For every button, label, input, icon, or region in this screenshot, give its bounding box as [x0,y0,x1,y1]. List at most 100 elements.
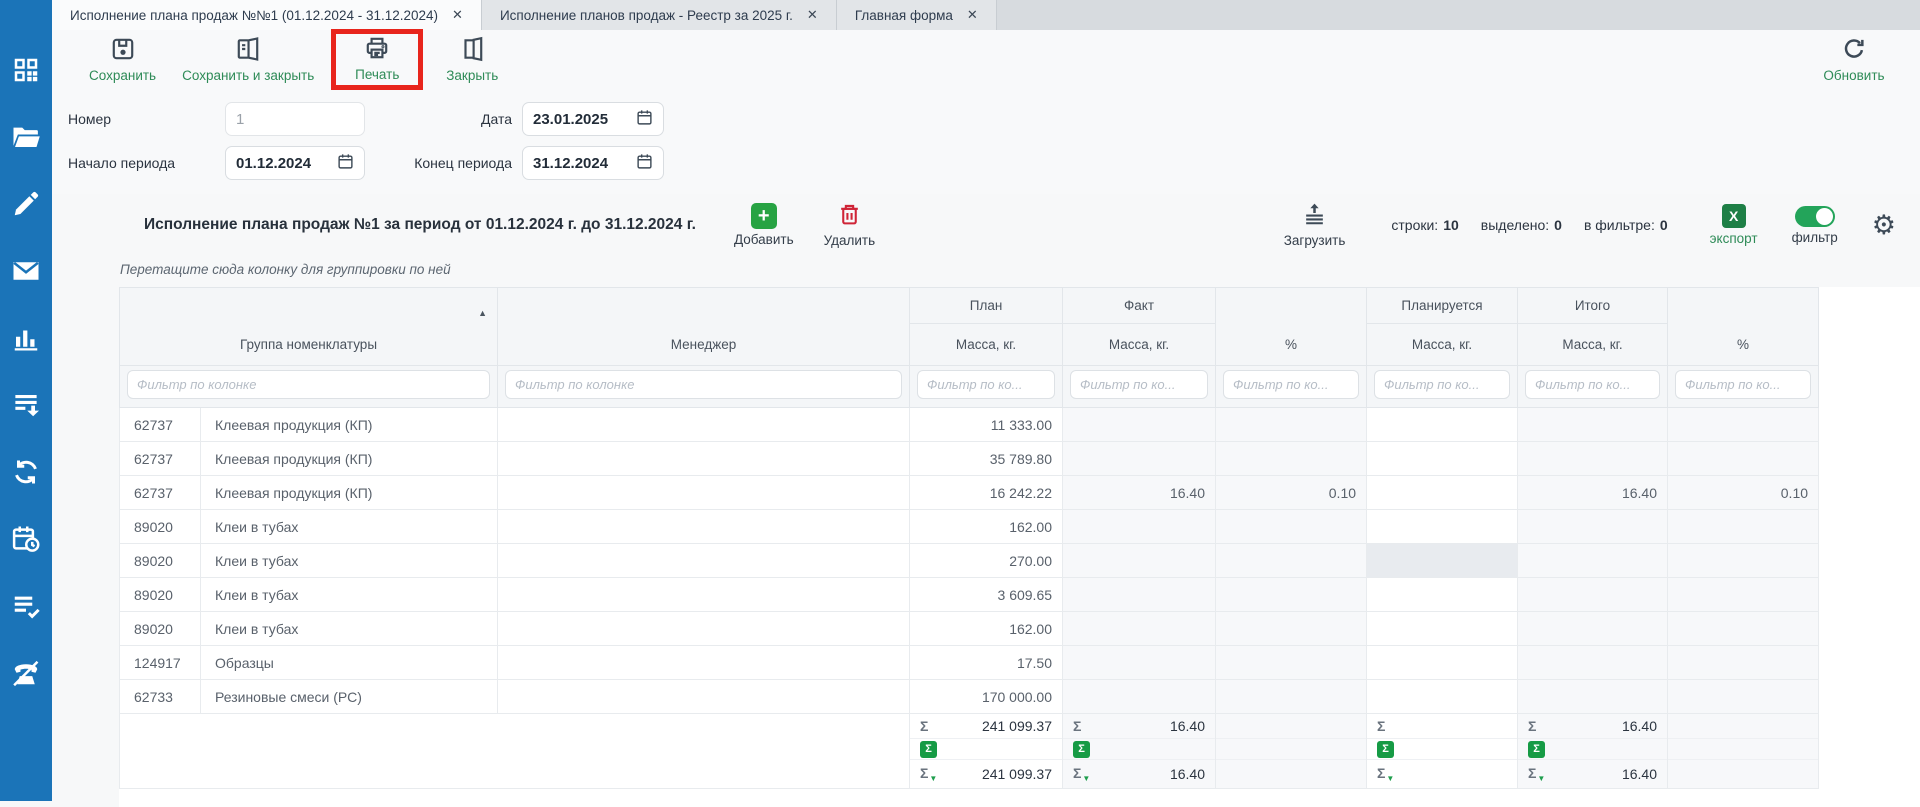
qr-code-icon[interactable] [0,36,52,103]
cell-pct[interactable] [1216,510,1367,544]
cell-code[interactable]: 62737 [120,442,201,476]
cell-planned[interactable] [1367,544,1518,578]
filter-input-fact[interactable] [1070,370,1208,399]
cell-group[interactable]: Клеи в тубах [201,544,498,578]
cell-pct[interactable] [1216,544,1367,578]
cell-total_pct[interactable] [1668,510,1819,544]
folder-open-icon[interactable] [0,103,52,170]
cell-group[interactable]: Клеи в тубах [201,612,498,646]
cell-total[interactable] [1518,612,1668,646]
calendar-icon[interactable] [636,153,653,174]
phone-slash-icon[interactable] [0,639,52,706]
tab-registry-2025[interactable]: Исполнение планов продаж - Реестр за 202… [482,0,837,30]
cell-fact[interactable]: 16.40 [1063,476,1216,510]
tab-main-form[interactable]: Главная форма ✕ [837,0,997,30]
cell-manager[interactable] [498,680,910,714]
cell-group[interactable]: Клеевая продукция (КП) [201,442,498,476]
close-icon[interactable]: ✕ [967,7,978,23]
export-excel-button[interactable]: X экспорт [1710,204,1758,246]
cell-fact[interactable] [1063,578,1216,612]
cell-manager[interactable] [498,612,910,646]
list-check-icon[interactable] [0,572,52,639]
cell-pct[interactable]: 0.10 [1216,476,1367,510]
calendar-clock-icon[interactable] [0,505,52,572]
cell-total_pct[interactable] [1668,578,1819,612]
cell-total[interactable] [1518,680,1668,714]
upload-button[interactable]: Загрузить [1284,202,1346,248]
close-button[interactable]: Закрыть [440,36,504,83]
cell-manager[interactable] [498,578,910,612]
cell-code[interactable]: 62737 [120,476,201,510]
sum-badge-icon[interactable]: Σ [1528,741,1545,758]
cell-plan[interactable]: 11 333.00 [910,408,1063,442]
cell-plan[interactable]: 17.50 [910,646,1063,680]
toggle-on-icon[interactable] [1795,206,1835,227]
filter-input-pct[interactable] [1223,370,1359,399]
cell-fact[interactable] [1063,612,1216,646]
cell-fact[interactable] [1063,680,1216,714]
column-header-manager[interactable]: Менеджер [498,288,910,366]
filter-input-total[interactable] [1525,370,1660,399]
cell-plan[interactable]: 170 000.00 [910,680,1063,714]
sum-badge-icon[interactable]: Σ [1073,741,1090,758]
cell-plan[interactable]: 3 609.65 [910,578,1063,612]
cell-group[interactable]: Клеевая продукция (КП) [201,408,498,442]
cell-plan[interactable]: 270.00 [910,544,1063,578]
cell-code[interactable]: 89020 [120,612,201,646]
cell-total[interactable] [1518,510,1668,544]
cell-total_pct[interactable] [1668,680,1819,714]
refresh-button[interactable]: Обновить [1822,36,1886,83]
cell-total_pct[interactable] [1668,612,1819,646]
cell-fact[interactable] [1063,442,1216,476]
filter-input-planned[interactable] [1374,370,1510,399]
calendar-icon[interactable] [337,153,354,174]
close-icon[interactable]: ✕ [452,7,463,23]
sum-badge-icon[interactable]: Σ [920,741,937,758]
cell-total_pct[interactable] [1668,646,1819,680]
cell-planned[interactable] [1367,408,1518,442]
filter-toggle[interactable]: фильтр [1792,206,1838,245]
cell-manager[interactable] [498,442,910,476]
column-header-pct[interactable]: % [1216,288,1367,366]
cell-manager[interactable] [498,510,910,544]
column-header-planned[interactable]: Планируется [1367,288,1518,324]
pencil-icon[interactable] [0,170,52,237]
cell-plan[interactable]: 162.00 [910,612,1063,646]
column-header-fact[interactable]: Факт [1063,288,1216,324]
cell-group[interactable]: Клеевая продукция (КП) [201,476,498,510]
cell-total[interactable] [1518,442,1668,476]
number-field[interactable]: 1 [225,102,365,136]
list-download-icon[interactable] [0,371,52,438]
cell-code[interactable]: 62733 [120,680,201,714]
column-header-group[interactable]: ▲ Группа номенклатуры [120,288,498,366]
column-header-total-pct[interactable]: % [1668,288,1819,366]
cell-pct[interactable] [1216,408,1367,442]
subheader-total-mass[interactable]: Масса, кг. [1518,324,1668,366]
cell-fact[interactable] [1063,646,1216,680]
cell-total[interactable] [1518,578,1668,612]
cell-pct[interactable] [1216,646,1367,680]
cell-manager[interactable] [498,544,910,578]
cell-pct[interactable] [1216,578,1367,612]
cell-manager[interactable] [498,476,910,510]
column-header-total[interactable]: Итого [1518,288,1668,324]
cell-pct[interactable] [1216,442,1367,476]
filter-input-plan[interactable] [917,370,1055,399]
gear-icon[interactable]: ⚙ [1872,212,1896,239]
cell-total[interactable] [1518,544,1668,578]
cell-group[interactable]: Резиновые смеси (РС) [201,680,498,714]
calendar-icon[interactable] [636,109,653,130]
delete-row-button[interactable]: Удалить [824,202,876,248]
save-button[interactable]: Сохранить [89,36,156,83]
cell-planned[interactable] [1367,476,1518,510]
tab-plan-execution[interactable]: Исполнение плана продаж №№1 (01.12.2024 … [52,0,482,30]
cell-code[interactable]: 89020 [120,510,201,544]
save-and-close-button[interactable]: Сохранить и закрыть [182,36,314,83]
cell-pct[interactable] [1216,612,1367,646]
date-field[interactable]: 23.01.2025 [522,102,664,136]
sort-asc-icon[interactable]: ▲ [478,308,487,318]
filter-input-manager[interactable] [505,370,902,399]
cell-total[interactable] [1518,646,1668,680]
cell-fact[interactable] [1063,544,1216,578]
cell-total[interactable] [1518,408,1668,442]
